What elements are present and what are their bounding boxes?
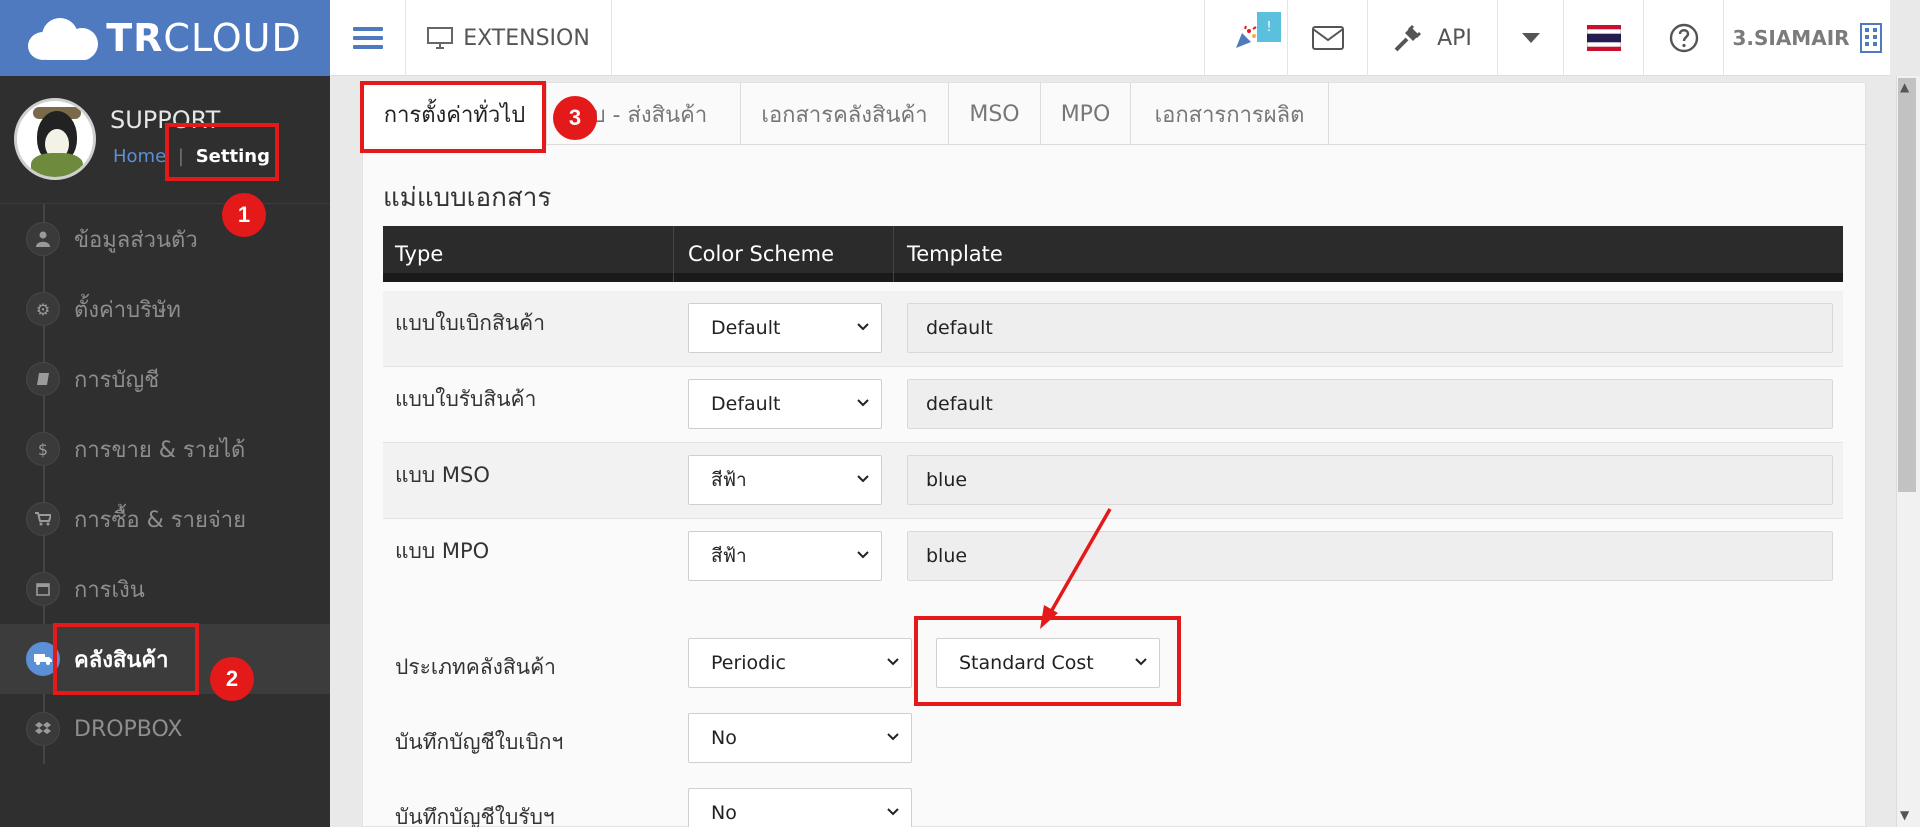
sidebar-item-label: การเงิน [74,577,145,603]
annotation-number-2: 2 [210,657,254,701]
notification-badge: ! [1257,12,1281,42]
extension-label: EXTENSION [463,25,590,51]
tab-inventory-docs[interactable]: เอกสารคลังสินค้า [741,83,949,145]
gear-icon: ⚙ [26,292,60,326]
chevron-down-icon [887,733,899,741]
table-header: Type Color Scheme Template [383,226,1843,282]
cart-icon [26,502,60,536]
help-button[interactable] [1644,0,1724,76]
sidebar-item-company[interactable]: ⚙ ตั้งค่าบริษัท [0,274,330,344]
monitor-icon [427,27,454,49]
inventory-type-select[interactable]: Periodic [688,638,912,688]
color-scheme-select[interactable]: สีฟ้า [688,531,882,581]
top-bar: EXTENSION ! API 3.SIAMAIR [330,0,1890,76]
chevron-down-icon [857,399,869,407]
sidebar-item-profile[interactable]: ข้อมูลส่วนตัว [0,204,330,274]
sidebar-item-sales[interactable]: $ การขาย & รายได้ [0,414,330,484]
cloud-logo-icon [28,16,100,60]
sidebar-item-finance[interactable]: การเงิน [0,554,330,624]
sidebar-item-label: การบัญชี [74,367,160,393]
question-circle-icon [1669,23,1698,53]
company-switcher[interactable]: 3.SIAMAIR [1724,0,1890,76]
avatar[interactable] [14,98,96,180]
menu-toggle-button[interactable] [330,0,406,76]
annotation-number-3: 3 [553,96,597,140]
table-row: แบบใบเบิกสินค้า Default default [383,291,1843,367]
scroll-up-icon[interactable]: ▲ [1900,80,1909,94]
logo-text: TRCLOUD [106,16,302,60]
row-type: แบบใบรับสินค้า [395,387,537,411]
color-scheme-select[interactable]: Default [688,379,882,429]
chevron-down-icon [857,475,869,483]
sidebar-item-label: DROPBOX [74,716,183,742]
tab-mso[interactable]: MSO [949,83,1041,145]
sidebar-item-label: การขาย & รายได้ [74,437,246,463]
receive-post-label: บันทึกบัญชีใบรับฯ [395,805,555,827]
chevron-down-icon [857,323,869,331]
language-button[interactable] [1564,0,1644,76]
sidebar-item-purchases[interactable]: การซื้อ & รายจ่าย [0,484,330,554]
table-row: แบบใบรับสินค้า Default default [383,367,1843,443]
plug-icon [1394,24,1422,52]
annotation-arrow-icon [1040,508,1112,629]
mail-icon [1311,26,1344,50]
calendar-icon [26,572,60,606]
home-link[interactable]: Home [113,146,166,167]
thai-flag-icon [1586,25,1621,51]
company-name: 3.SIAMAIR [1732,26,1850,50]
announcement-button[interactable]: ! [1204,0,1288,76]
api-label: API [1437,25,1472,51]
annotation-box-general-tab [360,81,546,153]
inventory-type-label: ประเภทคลังสินค้า [395,655,556,679]
caret-down-icon [1521,33,1540,43]
color-scheme-select[interactable]: สีฟ้า [688,455,882,505]
row-type: แบบ MSO [395,463,490,487]
color-scheme-select[interactable]: Default [688,303,882,353]
receive-post-select[interactable]: No [688,788,912,827]
hamburger-icon [352,22,383,54]
header-color-scheme: Color Scheme [688,242,834,266]
annotation-box-inventory [53,623,199,695]
dropbox-icon [26,712,60,746]
chevron-down-icon [887,808,899,816]
sidebar-item-label: ตั้งค่าบริษัท [74,297,181,323]
chevron-down-icon [887,658,899,666]
template-field[interactable]: default [907,303,1833,353]
annotation-number-1: 1 [222,193,266,237]
building-icon [1859,23,1882,53]
row-type: แบบ MPO [395,539,490,563]
row-type: แบบใบเบิกสินค้า [395,311,546,335]
sidebar-item-label: ข้อมูลส่วนตัว [74,227,198,253]
header-type: Type [395,242,444,266]
settings-panel: การตั้งค่าทั่วไป รับ - ส่งสินค้า เอกสารค… [362,82,1867,827]
header-template: Template [907,242,1003,266]
sidebar-item-dropbox[interactable]: DROPBOX [0,694,330,764]
tab-production-docs[interactable]: เอกสารการผลิต [1131,83,1329,145]
user-icon [26,222,60,256]
sidebar-item-accounting[interactable]: การบัญชี [0,344,330,414]
scroll-down-icon[interactable]: ▼ [1900,808,1909,822]
scrollbar-thumb[interactable] [1898,78,1916,492]
withdraw-post-label: บันทึกบัญชีใบเบิกฯ [395,730,564,754]
party-icon [1236,25,1257,48]
tab-mpo[interactable]: MPO [1041,83,1131,145]
chevron-down-icon [857,551,869,559]
withdraw-post-select[interactable]: No [688,713,912,763]
section-title: แม่แบบเอกสาร [383,183,552,213]
dropdown-toggle[interactable] [1498,0,1564,76]
mail-button[interactable] [1288,0,1368,76]
extension-button[interactable]: EXTENSION [406,0,612,76]
sidebar-item-label: การซื้อ & รายจ่าย [74,507,246,533]
logo[interactable]: TRCLOUD [0,0,330,76]
api-button[interactable]: API [1368,0,1498,76]
template-field[interactable]: blue [907,455,1833,505]
template-field[interactable]: default [907,379,1833,429]
book-icon [26,362,60,396]
annotation-box-setting [165,123,279,181]
dollar-icon: $ [26,432,60,466]
